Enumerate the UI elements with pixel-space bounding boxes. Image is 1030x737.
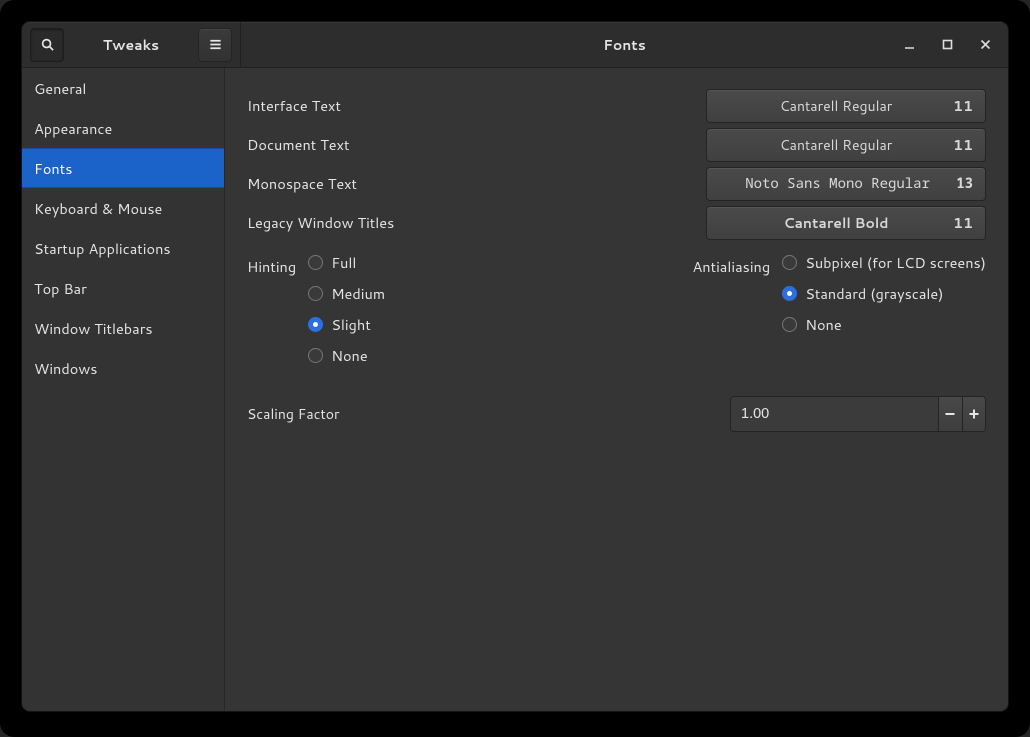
- sidebar-item-top-bar[interactable]: Top Bar: [22, 268, 224, 308]
- render-options-row: Hinting Full Medium Slight None Antialiasin…: [247, 252, 986, 366]
- radio-indicator: [308, 317, 323, 332]
- antialiasing-radios: Subpixel (for LCD screens) Standard (gray…: [782, 252, 986, 366]
- font-name: Noto Sans Mono Regular: [719, 174, 956, 193]
- font-row-label: Monospace Text: [247, 173, 706, 194]
- font-row: Interface TextCantarell Regular11: [247, 86, 986, 125]
- radio-indicator: [782, 286, 797, 301]
- font-size: 11: [953, 135, 973, 155]
- radio-label: None: [805, 314, 841, 335]
- font-row-label: Legacy Window Titles: [247, 212, 706, 233]
- radio-label: Standard (grayscale): [805, 283, 943, 304]
- font-size: 13: [956, 174, 973, 193]
- antialiasing-group: Antialiasing Subpixel (for LCD screens)S…: [692, 252, 986, 366]
- radio-indicator: [308, 255, 323, 270]
- headerbar-right: Fonts: [241, 22, 1008, 67]
- window-controls: [890, 22, 1004, 67]
- antialiasing-radio-standard-grayscale[interactable]: Standard (grayscale): [782, 283, 986, 304]
- close-button[interactable]: [966, 22, 1004, 67]
- maximize-icon: [942, 39, 953, 50]
- sidebar-item-label: Startup Applications: [34, 238, 171, 259]
- sidebar-item-fonts[interactable]: Fonts: [22, 148, 224, 188]
- headerbar-left: Tweaks: [22, 22, 241, 67]
- app-title: Tweaks: [64, 35, 198, 55]
- font-chooser-button[interactable]: Cantarell Regular11: [706, 89, 986, 123]
- plus-icon: [967, 407, 981, 421]
- scaling-label: Scaling Factor: [247, 404, 730, 424]
- scaling-increment-button[interactable]: [962, 397, 986, 431]
- radio-label: Full: [331, 252, 356, 273]
- sidebar-item-keyboard-mouse[interactable]: Keyboard & Mouse: [22, 188, 224, 228]
- scaling-input[interactable]: [731, 397, 938, 431]
- hinting-radio-none[interactable]: None: [308, 345, 385, 366]
- font-chooser-button[interactable]: Cantarell Bold11: [706, 206, 986, 240]
- sidebar-item-label: Windows: [34, 358, 97, 379]
- radio-indicator: [782, 317, 797, 332]
- font-size: 11: [953, 213, 973, 233]
- sidebar-item-window-titlebars[interactable]: Window Titlebars: [22, 308, 224, 348]
- minimize-button[interactable]: [890, 22, 928, 67]
- sidebar-item-startup-applications[interactable]: Startup Applications: [22, 228, 224, 268]
- font-row-label: Interface Text: [247, 95, 706, 116]
- hinting-radio-slight[interactable]: Slight: [308, 314, 385, 335]
- hamburger-icon: [208, 37, 223, 52]
- radio-label: Medium: [331, 283, 385, 304]
- desktop-backdrop: Tweaks Fonts: [0, 0, 1030, 737]
- antialiasing-radio-none[interactable]: None: [782, 314, 986, 335]
- window-body: General Appearance Fonts Keyboard & Mouse St…: [22, 68, 1008, 711]
- font-chooser-button[interactable]: Noto Sans Mono Regular13: [706, 167, 986, 201]
- hinting-title: Hinting: [247, 252, 296, 366]
- radio-indicator: [308, 286, 323, 301]
- font-row: Monospace TextNoto Sans Mono Regular13: [247, 164, 986, 203]
- hinting-radio-full[interactable]: Full: [308, 252, 385, 273]
- close-icon: [980, 39, 991, 50]
- sidebar-item-label: Window Titlebars: [34, 318, 153, 339]
- font-chooser-button[interactable]: Cantarell Regular11: [706, 128, 986, 162]
- headerbar: Tweaks Fonts: [22, 22, 1008, 68]
- scaling-decrement-button[interactable]: [938, 397, 962, 431]
- radio-label: None: [331, 345, 367, 366]
- panel-title: Fonts: [603, 35, 646, 55]
- antialiasing-title: Antialiasing: [692, 252, 770, 366]
- hinting-radio-medium[interactable]: Medium: [308, 283, 385, 304]
- search-button[interactable]: [30, 28, 64, 62]
- scaling-row: Scaling Factor: [247, 396, 986, 432]
- font-name: Cantarell Bold: [719, 213, 953, 233]
- font-row-label: Document Text: [247, 134, 706, 155]
- scaling-spinner: [730, 396, 986, 432]
- font-row: Legacy Window TitlesCantarell Bold11: [247, 203, 986, 242]
- sidebar: General Appearance Fonts Keyboard & Mouse St…: [22, 68, 225, 711]
- sidebar-item-label: Top Bar: [34, 278, 87, 299]
- minimize-icon: [904, 39, 915, 50]
- sidebar-item-general[interactable]: General: [22, 68, 224, 108]
- font-name: Cantarell Regular: [719, 135, 953, 155]
- maximize-button[interactable]: [928, 22, 966, 67]
- antialiasing-radio-subpixel-for-lcd-screens[interactable]: Subpixel (for LCD screens): [782, 252, 986, 273]
- radio-label: Slight: [331, 314, 371, 335]
- font-name: Cantarell Regular: [719, 96, 953, 116]
- search-icon: [40, 37, 55, 52]
- radio-indicator: [782, 255, 797, 270]
- font-size: 11: [953, 96, 973, 116]
- hinting-group: Hinting Full Medium Slight None: [247, 252, 385, 366]
- sidebar-item-label: Fonts: [34, 158, 72, 179]
- sidebar-item-windows[interactable]: Windows: [22, 348, 224, 388]
- menu-button[interactable]: [198, 28, 232, 62]
- minus-icon: [943, 407, 957, 421]
- sidebar-item-label: Keyboard & Mouse: [34, 198, 162, 219]
- sidebar-item-label: General: [34, 78, 86, 99]
- content-pane: Interface TextCantarell Regular11Documen…: [225, 68, 1008, 711]
- font-row: Document TextCantarell Regular11: [247, 125, 986, 164]
- sidebar-item-label: Appearance: [34, 118, 112, 139]
- hinting-radios: Full Medium Slight None: [308, 252, 385, 366]
- sidebar-item-appearance[interactable]: Appearance: [22, 108, 224, 148]
- tweaks-window: Tweaks Fonts: [22, 22, 1008, 711]
- radio-label: Subpixel (for LCD screens): [805, 252, 986, 273]
- radio-indicator: [308, 348, 323, 363]
